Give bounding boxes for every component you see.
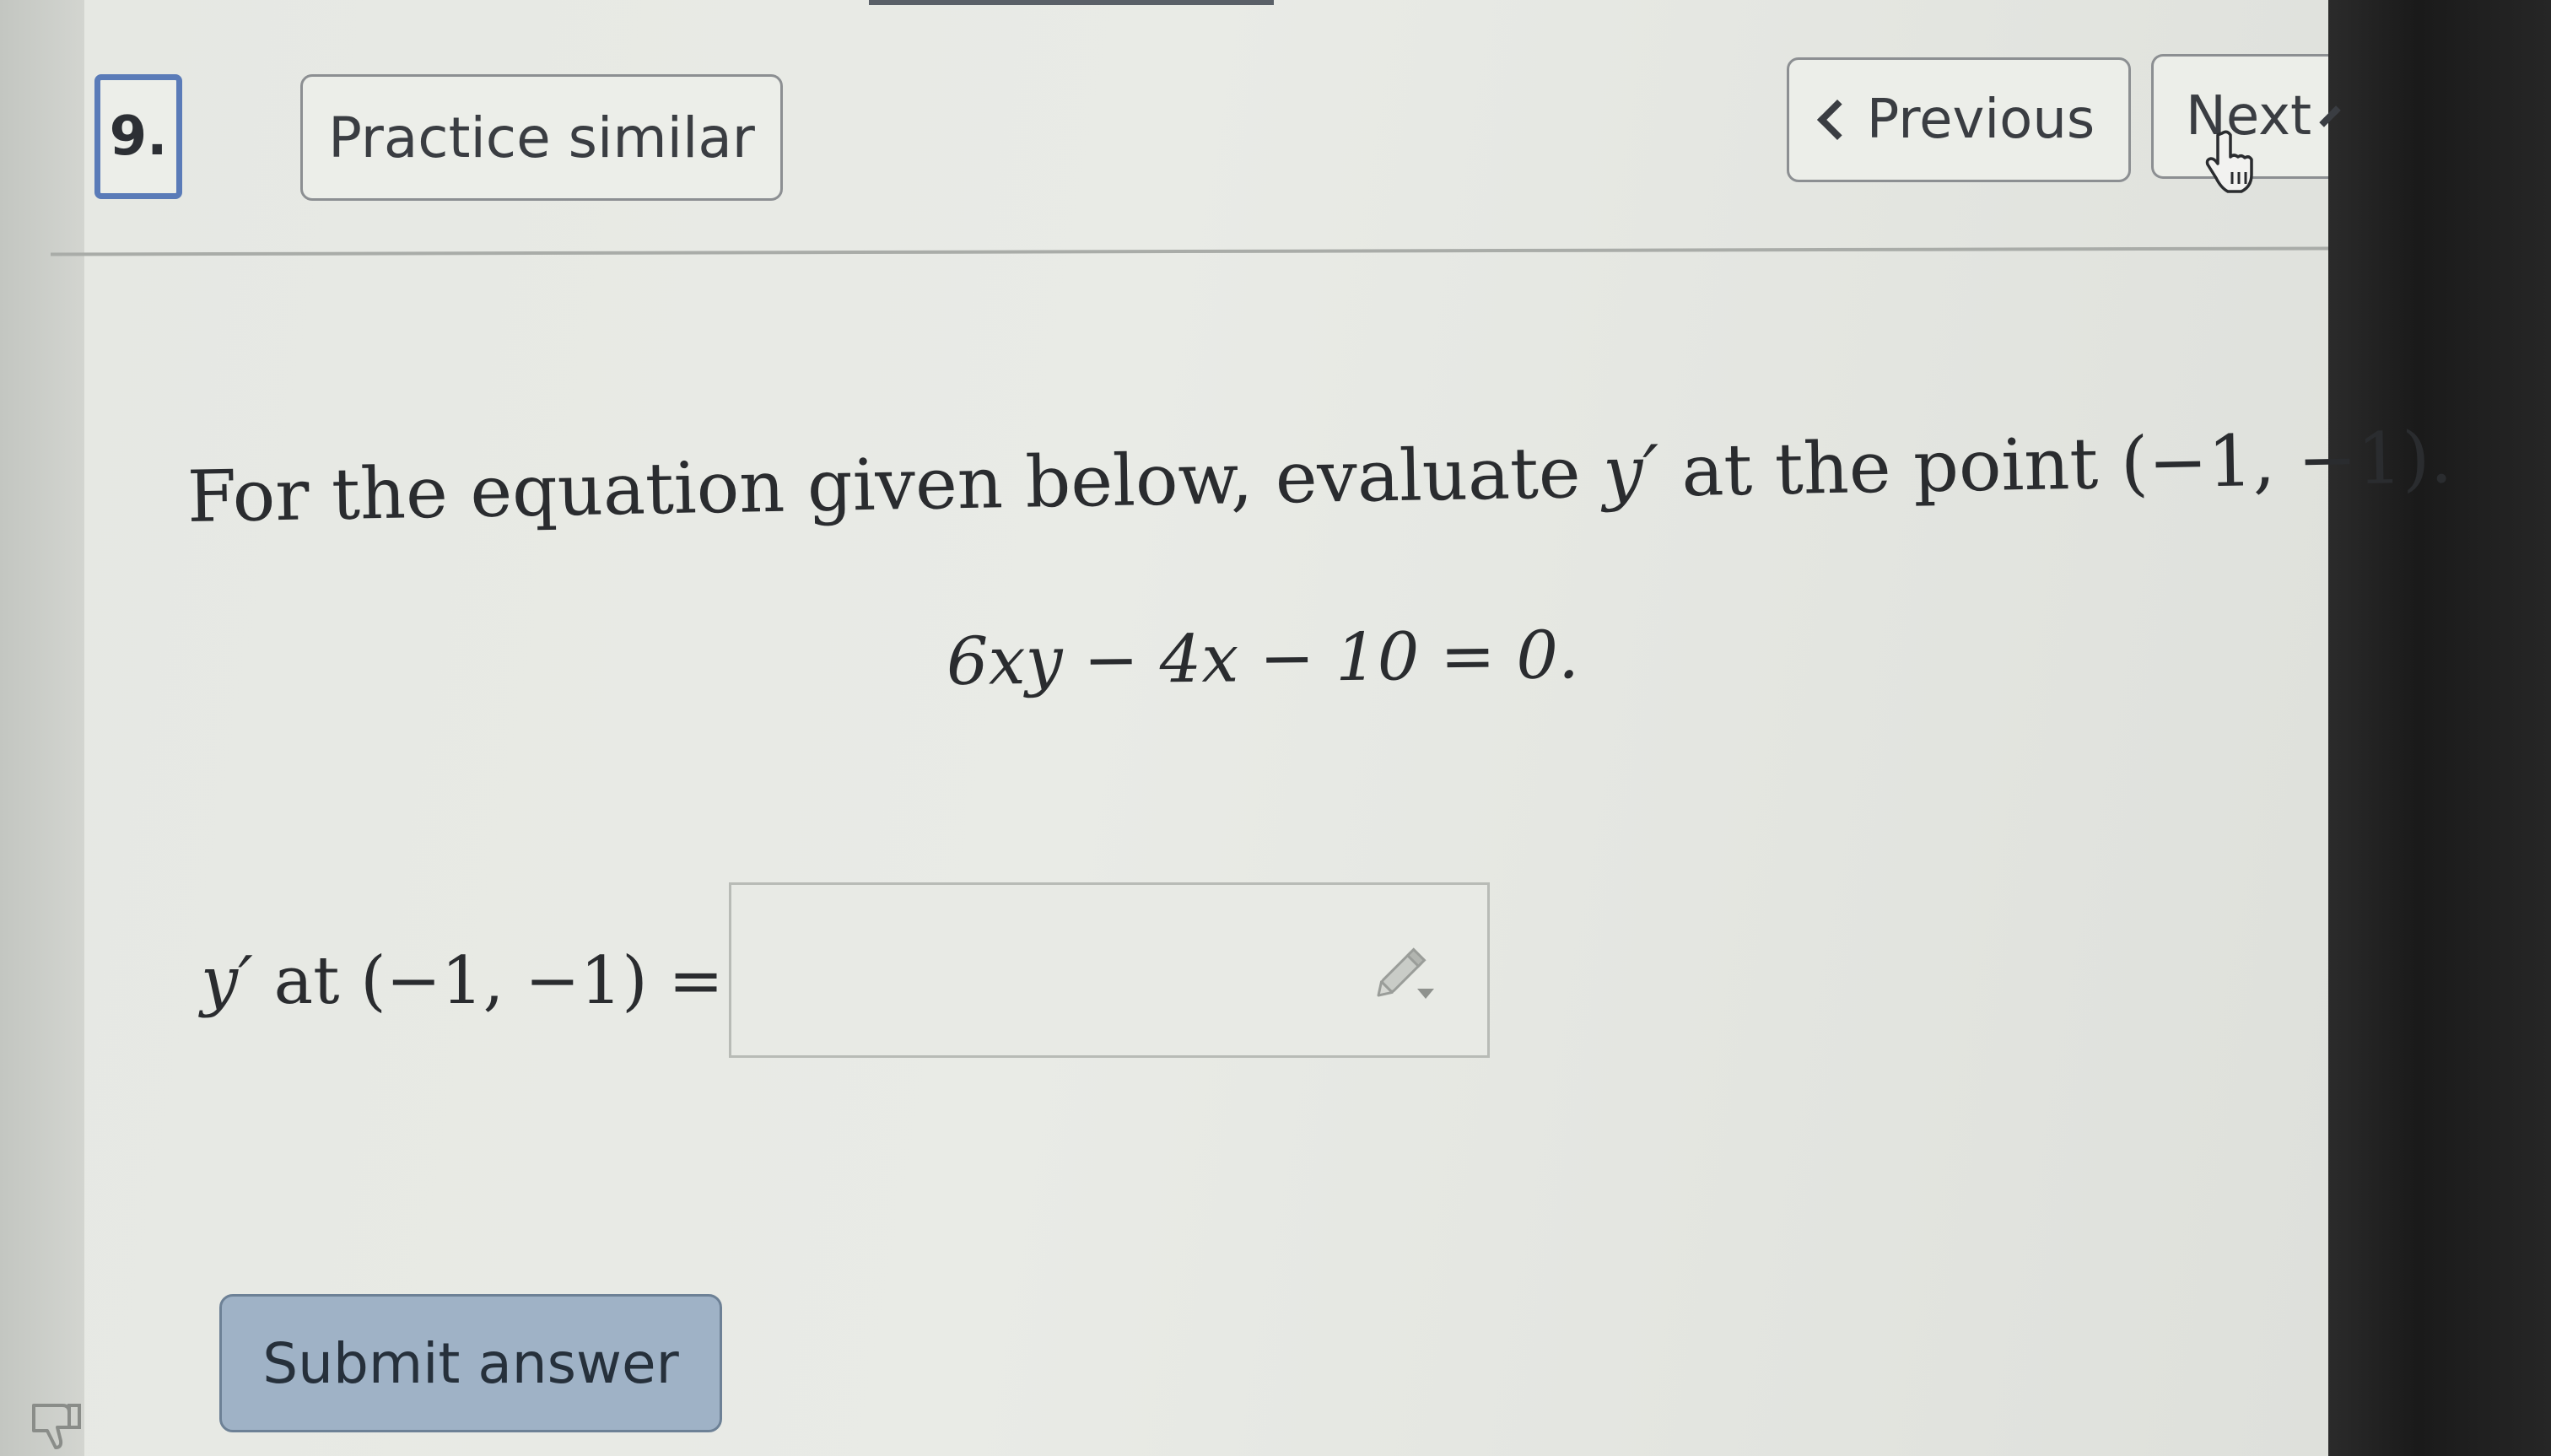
previous-button[interactable]: Previous: [1787, 57, 2131, 182]
answer-label: y′ at (−1, −1) =: [201, 943, 724, 1019]
hand-pointer-icon: [2205, 130, 2253, 193]
question-prompt-after: at the point (−1, −1).: [1658, 416, 2453, 513]
thumbs-down-icon[interactable]: [29, 1400, 83, 1453]
left-gutter: [0, 0, 84, 1456]
question-number-badge: 9.: [94, 74, 182, 199]
answer-label-text: at (−1, −1) =: [252, 943, 724, 1019]
answer-label-variable: y′: [201, 943, 253, 1019]
chevron-left-icon: [1816, 99, 1858, 141]
screen-bezel: [2328, 0, 2551, 1456]
top-tab-indicator: [869, 0, 1274, 5]
submit-answer-label: Submit answer: [262, 1330, 679, 1396]
pencil-icon[interactable]: [1365, 933, 1441, 1009]
practice-similar-label: Practice similar: [328, 105, 755, 170]
question-prompt-variable: y′: [1602, 429, 1660, 514]
submit-answer-button[interactable]: Submit answer: [219, 1294, 722, 1432]
practice-similar-button[interactable]: Practice similar: [300, 74, 783, 201]
previous-label: Previous: [1866, 89, 2095, 151]
equation: 6xy − 4x − 10 = 0.: [946, 617, 1580, 700]
page-surface: [84, 0, 2328, 1456]
question-number: 9.: [109, 105, 168, 168]
